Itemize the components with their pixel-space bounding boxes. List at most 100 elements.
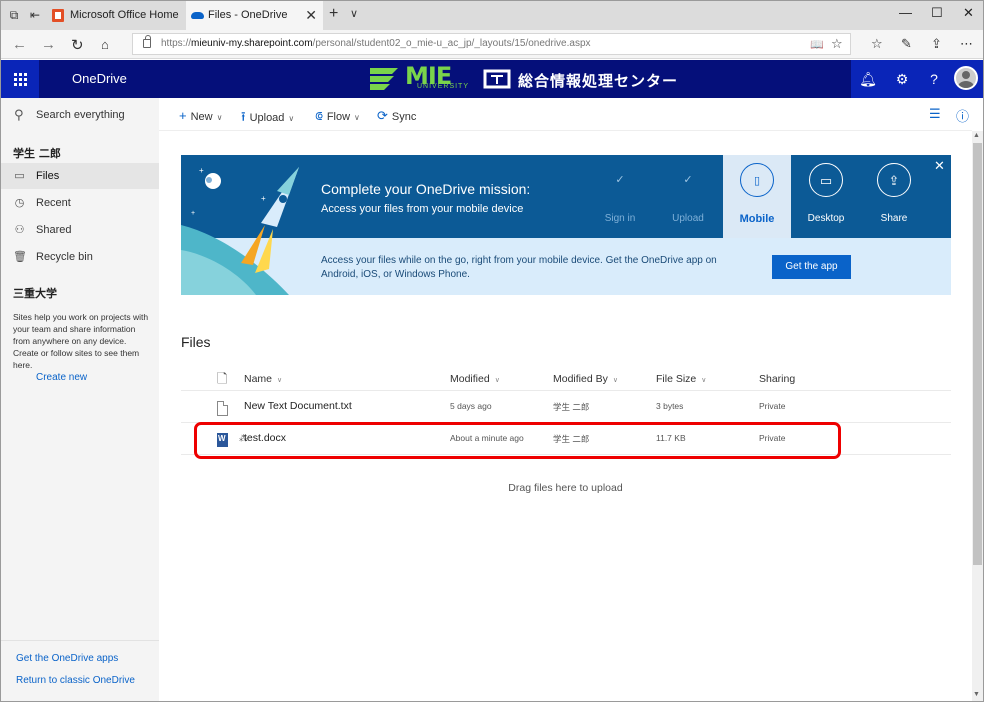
close-icon[interactable]: ✕: [934, 158, 945, 174]
chevron-down-icon: ∨: [216, 113, 223, 122]
create-new-link[interactable]: Create new: [36, 372, 87, 383]
sidebar-item-label: Shared: [36, 224, 72, 236]
chevron-down-icon[interactable]: ∨: [350, 7, 358, 20]
step-share[interactable]: ⇪ Share: [860, 155, 928, 238]
step-label: Share: [880, 213, 908, 224]
tab-label: Files - OneDrive: [208, 9, 288, 21]
search-icon: ⚲: [14, 107, 24, 122]
refresh-icon[interactable]: ↻: [71, 36, 84, 54]
upload-button[interactable]: ⭱ Upload ∨: [241, 108, 294, 130]
maximize-icon[interactable]: ☐: [931, 5, 943, 21]
reading-view-icon[interactable]: 📖: [810, 38, 824, 51]
tab-label: Microsoft Office Home: [70, 9, 179, 21]
favorites-hub-icon[interactable]: ☆: [871, 36, 883, 52]
chevron-down-icon: ∨: [494, 377, 500, 384]
user-heading: 学生 二郎: [13, 147, 61, 160]
get-apps-link[interactable]: Get the OneDrive apps: [16, 653, 118, 664]
get-the-app-button[interactable]: Get the app: [772, 255, 851, 279]
chevron-down-icon: ∨: [354, 113, 360, 122]
tab-bar: ⧉ ⇤ Microsoft Office Home Files - OneDri…: [1, 1, 983, 30]
more-icon[interactable]: ⋯: [960, 36, 973, 52]
column-header-name[interactable]: Name ∨: [244, 373, 282, 385]
file-name[interactable]: New Text Document.txt: [244, 400, 352, 412]
step-desktop[interactable]: ▭ Desktop: [792, 155, 860, 238]
help-icon[interactable]: ?: [917, 60, 951, 98]
tab-onedrive-files[interactable]: Files - OneDrive ✕: [186, 1, 323, 30]
banner-subtitle: Access your files from your mobile devic…: [321, 203, 524, 215]
plus-icon: +: [179, 108, 187, 123]
new-button[interactable]: + New ∨: [179, 108, 222, 123]
check-icon: ✓: [683, 174, 693, 186]
sidebar-item-files[interactable]: ▭ Files: [1, 163, 159, 189]
scroll-thumb[interactable]: [973, 143, 982, 565]
drag-drop-hint: Drag files here to upload: [508, 482, 623, 494]
sites-heading: 三重大学: [13, 287, 57, 300]
favorite-star-icon[interactable]: ☆: [831, 36, 843, 52]
flow-button[interactable]: ⟃ Flow ∨: [315, 108, 360, 124]
column-header-modified-by[interactable]: Modified By ∨: [553, 373, 618, 385]
chevron-down-icon: ∨: [701, 377, 707, 384]
minimize-icon[interactable]: —: [899, 5, 912, 20]
info-icon[interactable]: ⓘ: [956, 106, 969, 125]
table-row[interactable]: New Text Document.txt 5 days ago 学生 二郎 3…: [181, 391, 951, 423]
sidebar-item-shared[interactable]: ⚇ Shared: [1, 217, 159, 243]
scroll-up-icon[interactable]: ▲: [973, 132, 980, 139]
banner-description: Access your files while on the go, right…: [321, 255, 717, 280]
svg-text:+: +: [261, 194, 266, 203]
gear-icon[interactable]: ⚙: [885, 60, 919, 98]
onboarding-banner: + + + Complete your OneDrive mission: Ac…: [181, 155, 951, 295]
scroll-down-icon[interactable]: ▼: [973, 691, 980, 698]
app-launcher-icon[interactable]: [1, 60, 39, 98]
sync-button[interactable]: ⟳ Sync: [377, 108, 416, 124]
search-box[interactable]: ⚲ Search everything: [1, 98, 159, 132]
page-title: Files: [181, 334, 211, 350]
people-icon: ⚇: [14, 224, 25, 236]
sidebar-item-recycle-bin[interactable]: 🗑︎ Recycle bin: [1, 244, 159, 270]
clock-icon: ◷: [14, 197, 25, 209]
itc-logo-icon: [483, 69, 511, 89]
search-label: Search everything: [36, 109, 125, 121]
trash-icon: 🗑︎: [13, 251, 27, 263]
url-field[interactable]: https://mieuniv-my.sharepoint.com/person…: [132, 33, 851, 55]
share-icon: ⇪: [877, 163, 911, 197]
notifications-icon[interactable]: 🔔︎: [851, 60, 885, 98]
logo-subtext: UNIVERSITY: [417, 83, 470, 90]
lock-icon: [143, 35, 151, 48]
left-navigation: ⚲ Search everything 学生 二郎 ▭ Files ◷ Rece…: [1, 98, 159, 701]
set-tabs-aside-icon[interactable]: ⇤: [28, 8, 42, 22]
column-header-modified[interactable]: Modified ∨: [450, 373, 500, 385]
column-header-file-size[interactable]: File Size ∨: [656, 373, 706, 385]
file-modified-by: 学生 二郎: [553, 402, 590, 412]
classic-onedrive-link[interactable]: Return to classic OneDrive: [16, 675, 135, 686]
column-header-sharing[interactable]: Sharing: [759, 373, 795, 385]
step-mobile[interactable]: ▯ Mobile: [723, 155, 791, 238]
avatar[interactable]: [954, 66, 978, 90]
phone-icon: ▯: [740, 163, 774, 197]
tab-office-home[interactable]: Microsoft Office Home: [44, 1, 184, 30]
window-close-icon[interactable]: ✕: [963, 5, 974, 21]
sidebar-item-label: Files: [36, 170, 60, 182]
view-options-icon[interactable]: ☰: [929, 106, 941, 122]
address-bar: ← → ↻ ⌂ https://mieuniv-my.sharepoint.co…: [1, 30, 983, 59]
forward-icon[interactable]: →: [41, 36, 56, 53]
check-icon: ✓: [615, 174, 625, 186]
app-title[interactable]: OneDrive: [72, 71, 127, 86]
sidebar-item-label: Recent: [36, 197, 71, 209]
web-note-icon[interactable]: ✎: [901, 36, 912, 52]
url-text: https://mieuniv-my.sharepoint.com/person…: [161, 38, 591, 49]
chevron-down-icon: ∨: [277, 377, 283, 384]
sidebar-item-recent[interactable]: ◷ Recent: [1, 190, 159, 216]
onedrive-cloud-icon: [191, 12, 204, 19]
home-icon[interactable]: ⌂: [101, 37, 109, 52]
list-header: 🗋︎ Name ∨ Modified ∨ Modified By ∨ File Siz…: [181, 365, 951, 391]
tab-actions-icon[interactable]: ⧉: [7, 8, 21, 22]
share-icon[interactable]: ⇪: [931, 36, 942, 52]
step-sign-in: ✓ Sign in: [586, 155, 654, 238]
file-type-icon[interactable]: 🗋︎: [217, 370, 227, 392]
scrollbar[interactable]: ▲ ▼: [972, 131, 983, 701]
close-tab-icon[interactable]: ✕: [305, 1, 317, 30]
new-tab-icon[interactable]: +: [329, 5, 338, 23]
chevron-down-icon: ∨: [288, 114, 295, 123]
suite-header: OneDrive MIE UNIVERSITY 総合情報処理センター 🔔︎ ⚙ …: [1, 60, 983, 98]
back-icon[interactable]: ←: [12, 36, 27, 53]
